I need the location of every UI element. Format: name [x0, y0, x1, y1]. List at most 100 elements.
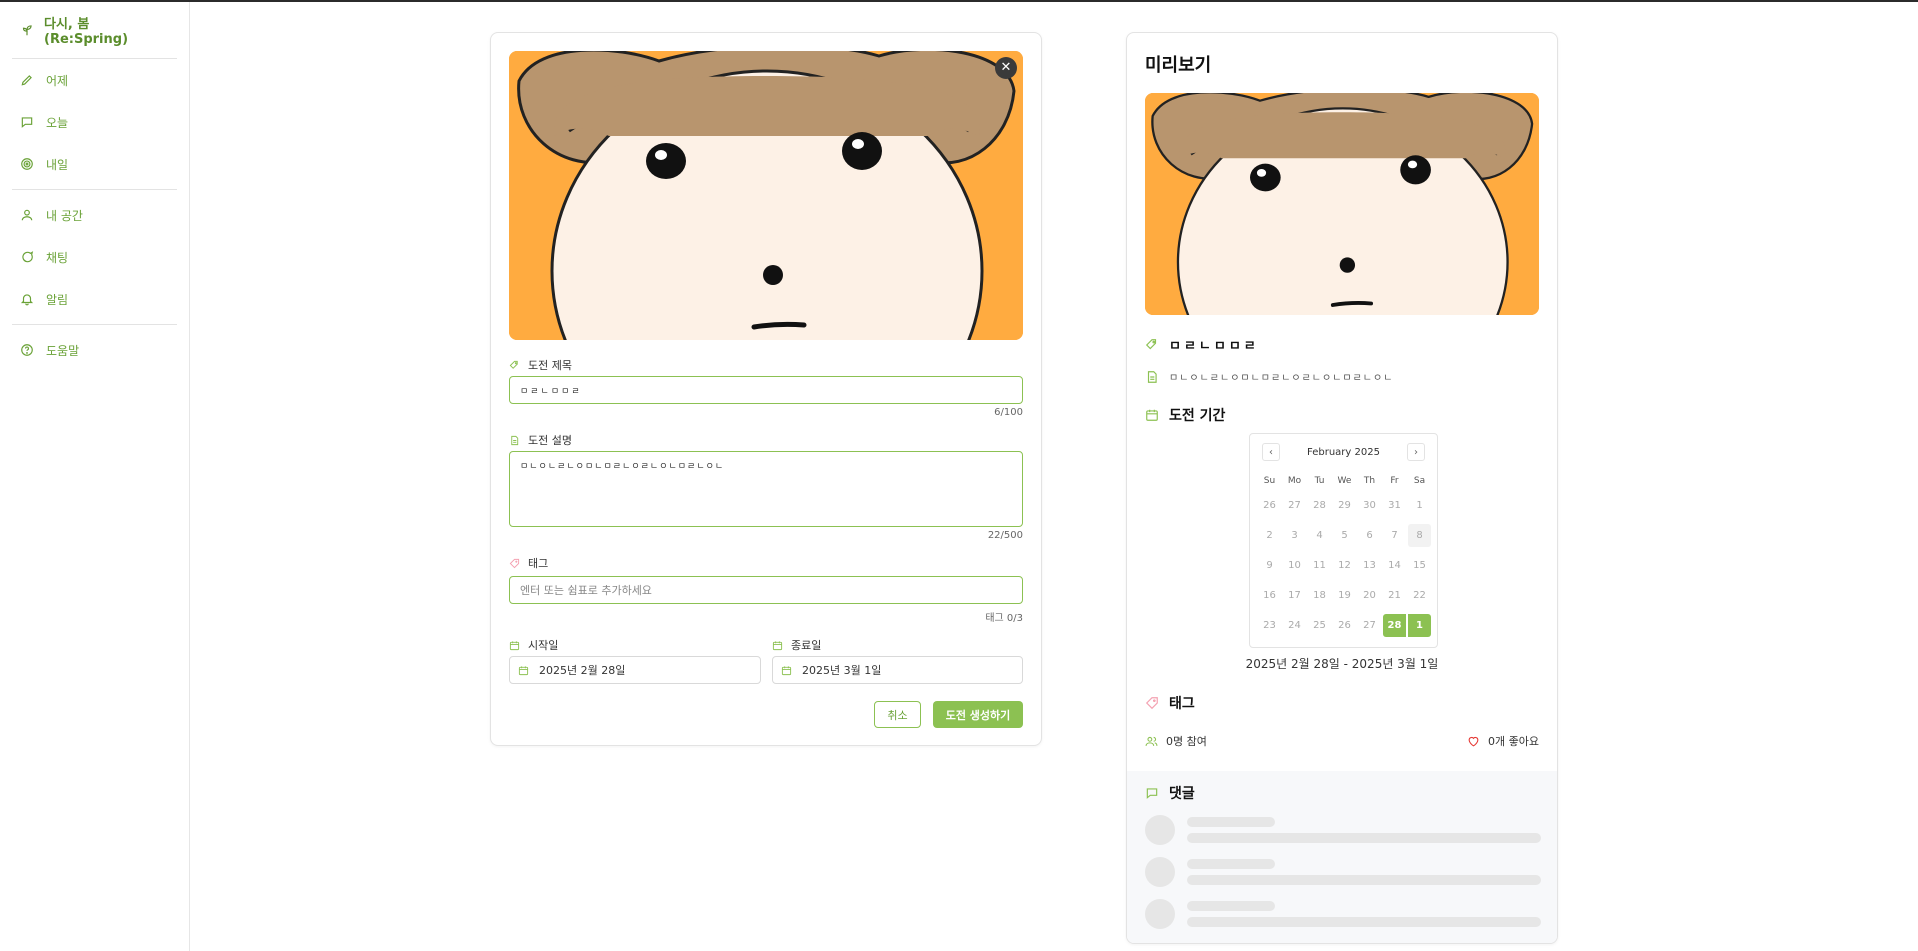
title-counter: 6/100 — [994, 407, 1023, 418]
calendar-day-label: 17 — [1288, 589, 1301, 601]
calendar-day[interactable]: 31 — [1382, 490, 1407, 520]
calendar-day[interactable]: 7 — [1382, 520, 1407, 550]
calendar-day-label: 29 — [1338, 499, 1351, 511]
chat-bubble-icon — [22, 251, 34, 263]
calendar-day[interactable]: 16 — [1257, 580, 1282, 610]
calendar-day[interactable]: 27 — [1282, 490, 1307, 520]
calendar-day-label: 20 — [1363, 589, 1376, 601]
calendar-day[interactable]: 19 — [1332, 580, 1357, 610]
sidebar-item-my-space[interactable]: 내 공간 — [0, 194, 189, 236]
preview-stats: 0명 참여 0개 좋아요 — [1145, 733, 1539, 749]
sidebar-item-notifications[interactable]: 알림 — [0, 278, 189, 320]
skeleton-line — [1187, 859, 1275, 869]
tag-icon — [1145, 697, 1158, 710]
calendar-day-label: 11 — [1313, 559, 1326, 571]
preview-tag-row: 태그 — [1145, 693, 1195, 713]
bell-icon — [20, 294, 34, 306]
brand[interactable]: 다시, 봄(Re:Spring) — [0, 2, 189, 58]
calendar-day[interactable]: 22 — [1407, 580, 1432, 610]
tag-label-text: 태그 — [528, 557, 549, 570]
calendar-day[interactable]: 21 — [1382, 580, 1407, 610]
calendar-weekday: Th — [1363, 476, 1376, 486]
calendar-day-label: 22 — [1413, 589, 1426, 601]
title-label-text: 도전 제목 — [528, 359, 572, 372]
calendar-day[interactable]: 8 — [1407, 520, 1432, 550]
calendar-day[interactable]: 28 — [1382, 610, 1407, 640]
calendar-day[interactable]: 15 — [1407, 550, 1432, 580]
sidebar-item-chat[interactable]: 채팅 — [0, 236, 189, 278]
calendar-day[interactable]: 25 — [1307, 610, 1332, 640]
brand-name: 다시, 봄(Re:Spring) — [44, 17, 129, 47]
calendar-day[interactable]: 3 — [1282, 520, 1307, 550]
calendar-day-label: 31 — [1388, 499, 1401, 511]
calendar-day[interactable]: 20 — [1357, 580, 1382, 610]
sidebar-item-yesterday[interactable]: 어제 — [0, 59, 189, 101]
calendar-day[interactable]: 9 — [1257, 550, 1282, 580]
calendar-day[interactable]: 13 — [1357, 550, 1382, 580]
help-icon — [21, 344, 33, 356]
calendar-day-label: 8 — [1408, 523, 1431, 547]
calendar-day[interactable]: 18 — [1307, 580, 1332, 610]
sidebar-item-help[interactable]: 도움말 — [0, 329, 189, 371]
title-input-value: ㅁㄹㄴㅁㅁㄹ — [520, 386, 582, 397]
calendar-day[interactable]: 14 — [1382, 550, 1407, 580]
calendar-day[interactable]: 23 — [1257, 610, 1282, 640]
calendar-day[interactable]: 26 — [1257, 490, 1282, 520]
calendar-day-label: 21 — [1388, 589, 1401, 601]
calendar-icon — [509, 640, 520, 650]
start-date-value: 2025년 2월 28일 — [539, 664, 626, 677]
calendar-day[interactable]: 26 — [1332, 610, 1357, 640]
calendar-weekday: Fr — [1390, 476, 1399, 486]
calendar-day[interactable]: 2 — [1257, 520, 1282, 550]
calendar-day[interactable]: 27 — [1357, 610, 1382, 640]
sidebar-item-tomorrow[interactable]: 내일 — [0, 143, 189, 185]
calendar-day[interactable]: 1 — [1407, 610, 1432, 640]
calendar-next-button[interactable]: › — [1407, 443, 1425, 461]
tag-pencil-icon — [509, 360, 518, 369]
end-date-picker[interactable]: 2025년 3월 1일 — [772, 656, 1023, 684]
end-date-label-text: 종료일 — [791, 639, 822, 652]
comments-section: 댓글 — [1127, 771, 1557, 943]
preview-name: ㅁㄹㄴㅁㅁㄹ — [1169, 339, 1259, 354]
start-date-label: 시작일 — [509, 637, 558, 653]
remove-image-button[interactable]: ✕ — [995, 57, 1017, 79]
preview-period-label: 도전 기간 — [1169, 408, 1226, 424]
likes-count[interactable]: 0개 좋아요 — [1467, 733, 1539, 749]
calendar-day[interactable]: 4 — [1307, 520, 1332, 550]
skeleton-line — [1187, 817, 1275, 827]
sidebar-item-label: 오늘 — [46, 115, 69, 130]
calendar-day[interactable]: 30 — [1357, 490, 1382, 520]
description-textarea[interactable]: ㅁㄴㅇㄴㄹㄴㅇㅁㄴㅁㄹㄴㅇㄹㄴㅇㄴㅁㄹㄴㅇㄴ — [509, 451, 1023, 527]
calendar-day[interactable]: 29 — [1332, 490, 1357, 520]
comment-skeleton — [1145, 899, 1541, 929]
tag-pencil-icon — [1145, 338, 1157, 349]
tag-input-placeholder: 엔터 또는 쉼표로 추가하세요 — [520, 584, 652, 597]
divider — [12, 324, 177, 325]
calendar-day[interactable]: 17 — [1282, 580, 1307, 610]
calendar-day[interactable]: 12 — [1332, 550, 1357, 580]
calendar-day[interactable]: 5 — [1332, 520, 1357, 550]
preview-calendar: ‹ February 2025 › Su Mo Tu We Th Fr Sa 26 27 28 29… — [1249, 433, 1438, 648]
calendar-day-label: 23 — [1263, 619, 1276, 631]
cancel-button[interactable]: 취소 — [874, 701, 921, 728]
sidebar: 다시, 봄(Re:Spring) 어제 오늘 내일 내 공간 채팅 알림 도움말 — [0, 2, 190, 951]
calendar-day-label: 27 — [1363, 619, 1376, 631]
calendar-day[interactable]: 1 — [1407, 490, 1432, 520]
calendar-day[interactable]: 28 — [1307, 490, 1332, 520]
sidebar-item-today[interactable]: 오늘 — [0, 101, 189, 143]
user-icon — [21, 209, 33, 221]
top-border — [0, 0, 1918, 2]
calendar-day[interactable]: 10 — [1282, 550, 1307, 580]
calendar-weekday: We — [1337, 476, 1352, 486]
calendar-day-label: 1 — [1408, 613, 1431, 637]
calendar-day[interactable]: 24 — [1282, 610, 1307, 640]
preview-desc-row: ㅁㄴㅇㄴㄹㄴㅇㅁㄴㅁㄹㄴㅇㄹㄴㅇㄴㅁㄹㄴㅇㄴ — [1145, 369, 1393, 384]
calendar-weekday: Su — [1263, 476, 1276, 486]
create-challenge-button[interactable]: 도전 생성하기 — [933, 701, 1023, 728]
preview-tag-label: 태그 — [1169, 696, 1195, 712]
title-input[interactable]: ㅁㄹㄴㅁㅁㄹ — [509, 376, 1023, 404]
start-date-picker[interactable]: 2025년 2월 28일 — [509, 656, 761, 684]
tag-input[interactable]: 엔터 또는 쉼표로 추가하세요 — [509, 576, 1023, 604]
calendar-day[interactable]: 11 — [1307, 550, 1332, 580]
calendar-day[interactable]: 6 — [1357, 520, 1382, 550]
